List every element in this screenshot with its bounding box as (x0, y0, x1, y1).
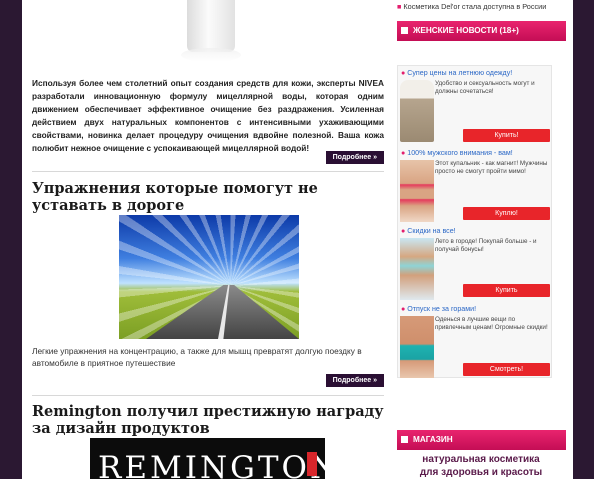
article-description: Легкие упражнения на концентрацию, а так… (32, 346, 362, 368)
article-title[interactable]: Упражнения которые помогут не уставать в… (32, 180, 384, 214)
ad-title[interactable]: 100% мужского внимания - вам! (407, 149, 512, 157)
ad-buy-button[interactable]: Купить! (463, 129, 550, 142)
sidebar-news-link[interactable]: ■ Косметика Del'or стала доступна в Росси… (397, 2, 546, 11)
article-title[interactable]: Remington получил престижную награду за … (32, 403, 384, 437)
ad-text: Этот купальник - как магнит! Мужчины про… (435, 160, 548, 175)
article-intro: Используя более чем столетний опыт созда… (32, 78, 384, 153)
ad-item[interactable]: ● Отпуск не за горами! Оденься в лучшие … (398, 302, 553, 380)
main-column: Используя более чем столетний опыт созда… (32, 0, 384, 479)
page: Используя более чем столетний опыт созда… (22, 0, 573, 479)
ad-block: ● Супер цены на летнюю одежду! Удобство … (397, 65, 552, 378)
ad-item[interactable]: ● Супер цены на летнюю одежду! Удобство … (398, 66, 553, 144)
ad-title[interactable]: Супер цены на летнюю одежду! (407, 69, 512, 77)
ad-title[interactable]: Отпуск не за горами! (407, 305, 476, 313)
road-image[interactable] (119, 215, 299, 339)
ad-image[interactable] (400, 160, 434, 222)
ad-item[interactable]: ● 100% мужского внимания - вам! Этот куп… (398, 146, 553, 224)
divider (32, 395, 384, 396)
square-icon (401, 436, 408, 443)
divider (32, 171, 384, 172)
read-more-button[interactable]: Подробнее » (325, 374, 384, 387)
bullet-icon: ■ (397, 2, 402, 11)
read-more-button[interactable]: Подробнее » (325, 151, 384, 164)
sidebar-news-link-label: Косметика Del'or стала доступна в России (403, 2, 547, 11)
ad-text: Лето в городе! Покупай больше - и получа… (435, 238, 537, 253)
ad-image[interactable] (400, 316, 434, 378)
ad-image[interactable] (400, 238, 434, 300)
nivea-product-image (181, 0, 241, 62)
shop-tagline[interactable]: натуральная косметика (406, 454, 556, 466)
ad-buy-button[interactable]: Куплю! (463, 207, 550, 220)
ad-item[interactable]: ● Скидки на все! Лето в городе! Покупай … (398, 224, 553, 302)
news-section-header: ЖЕНСКИЕ НОВОСТИ (18+) (397, 21, 566, 41)
shop-section-header: МАГАЗИН (397, 430, 566, 450)
remington-logo[interactable]: REMINGTON (90, 438, 325, 479)
ad-image[interactable] (400, 80, 434, 142)
ad-text: Оденься в лучшие вещи по привлечным цена… (435, 316, 548, 331)
remington-logo-text: REMINGTON (98, 450, 325, 479)
ad-buy-button[interactable]: Купить (463, 284, 550, 297)
shop-tagline[interactable]: для здоровья и красоты (406, 467, 556, 479)
square-icon (401, 27, 408, 34)
shop-section-title: МАГАЗИН (413, 435, 453, 444)
ad-buy-button[interactable]: Смотреть! (463, 363, 550, 376)
ad-title[interactable]: Скидки на все! (407, 227, 455, 235)
ad-text: Удобство и сексуальность могут и должны … (435, 80, 535, 95)
news-section-title: ЖЕНСКИЕ НОВОСТИ (18+) (413, 26, 519, 35)
sidebar: ■ Косметика Del'or стала доступна в Росси… (397, 0, 567, 479)
